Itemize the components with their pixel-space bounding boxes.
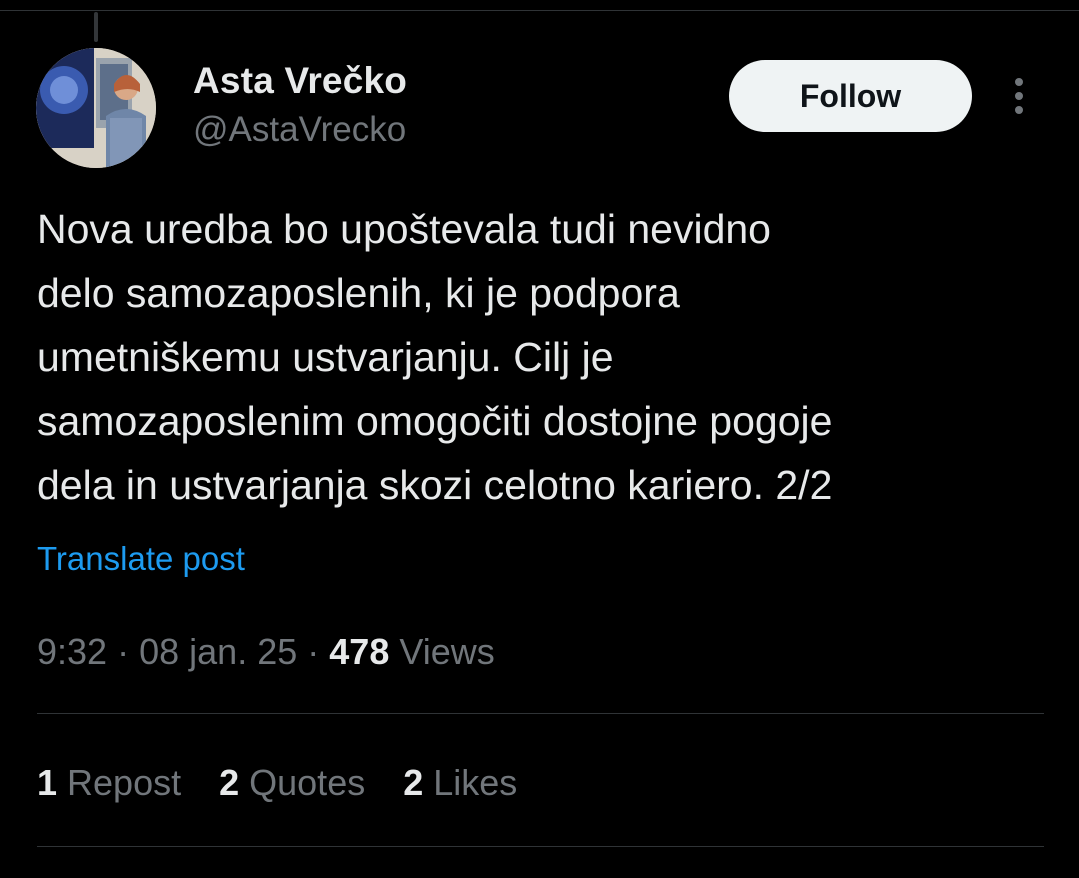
likes-label: Likes	[433, 762, 518, 803]
thread-connector-line	[94, 12, 98, 42]
reposts-label: Repost	[67, 762, 182, 803]
translate-post-link[interactable]: Translate post	[37, 540, 245, 578]
views-label: Views	[399, 631, 495, 672]
divider	[37, 846, 1044, 847]
top-divider	[0, 10, 1079, 11]
meta-separator: ·	[307, 631, 320, 672]
reposts-stat[interactable]: 1 Repost	[37, 762, 181, 804]
quotes-stat[interactable]: 2 Quotes	[219, 762, 365, 804]
meta-separator: ·	[117, 631, 130, 672]
tweet-time[interactable]: 9:32	[37, 631, 107, 672]
tweet-date[interactable]: 08 jan. 25	[139, 631, 297, 672]
avatar[interactable]	[36, 48, 156, 168]
author-handle[interactable]: @AstaVrecko	[193, 110, 406, 150]
author-name[interactable]: Asta Vrečko	[193, 60, 407, 102]
tweet-meta: 9:32 · 08 jan. 25 · 478 Views	[37, 631, 495, 673]
engagement-stats: 1 Repost 2 Quotes 2 Likes	[37, 762, 555, 804]
likes-count: 2	[403, 762, 424, 803]
reposts-count: 1	[37, 762, 58, 803]
quotes-label: Quotes	[249, 762, 366, 803]
follow-button[interactable]: Follow	[729, 60, 972, 132]
divider	[37, 713, 1044, 714]
likes-stat[interactable]: 2 Likes	[403, 762, 517, 804]
views-count: 478	[329, 631, 390, 672]
tweet-text: Nova uredba bo upoštevala tudi nevidno d…	[37, 206, 833, 508]
more-options-icon[interactable]	[1004, 76, 1036, 116]
avatar-photo	[36, 48, 156, 168]
quotes-count: 2	[219, 762, 240, 803]
